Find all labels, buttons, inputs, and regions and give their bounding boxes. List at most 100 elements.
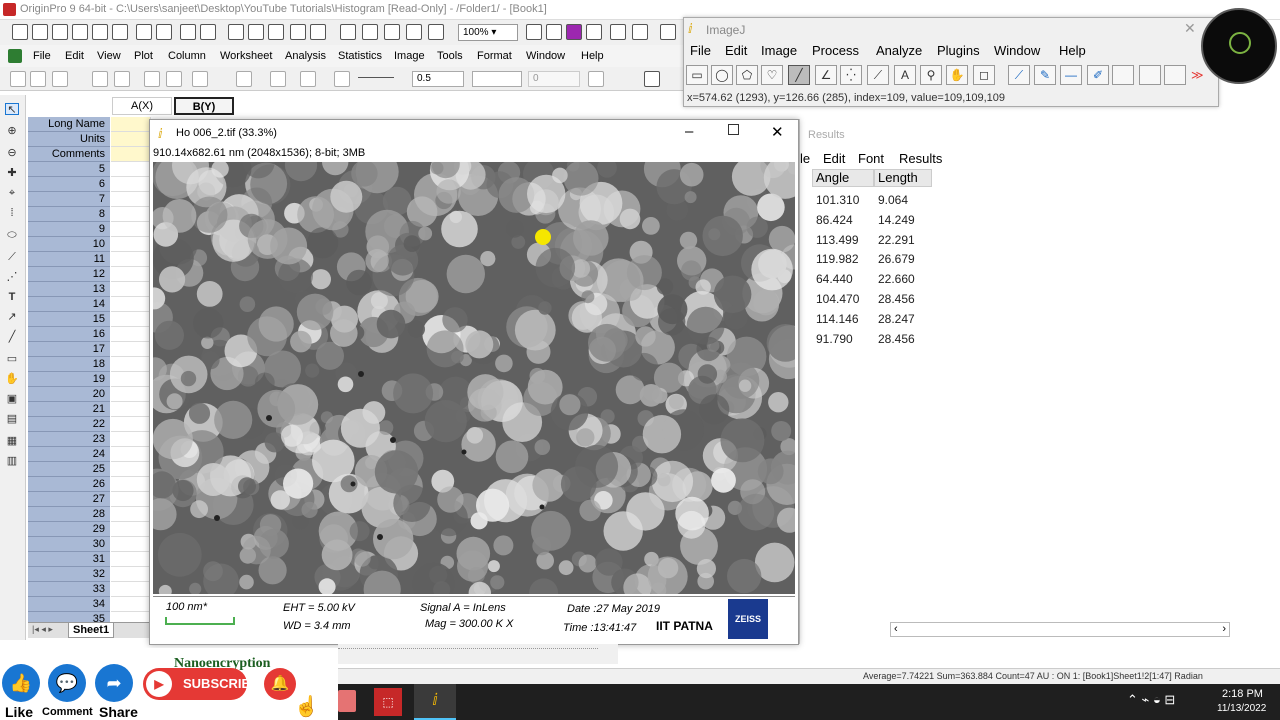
table-cell[interactable] <box>111 387 151 402</box>
pattern-icon[interactable] <box>270 71 286 87</box>
menu-view[interactable]: View <box>97 50 121 62</box>
rectangle-tool-icon[interactable]: ▭ <box>5 353 19 365</box>
res-menu-font[interactable]: Font <box>858 151 884 166</box>
table-cell[interactable] <box>111 252 151 267</box>
table-cell[interactable] <box>111 207 151 222</box>
res-menu-file[interactable]: le <box>800 151 810 166</box>
table-cell[interactable] <box>111 402 151 417</box>
menu-column[interactable]: Column <box>168 50 206 62</box>
table-cell[interactable] <box>111 567 151 582</box>
ij-menu-process[interactable]: Process <box>812 43 859 58</box>
row-header[interactable]: 15 <box>28 312 110 327</box>
length-value[interactable]: 28.456 <box>878 292 915 306</box>
row-header[interactable]: 8 <box>28 207 110 222</box>
length-value[interactable]: 14.249 <box>878 213 915 227</box>
line-color-icon[interactable] <box>300 71 316 87</box>
length-value[interactable]: 26.679 <box>878 252 915 266</box>
bell-icon[interactable]: 🔔 <box>264 668 296 700</box>
pencil-tool-icon[interactable]: ✎ <box>1034 65 1056 85</box>
table-cell[interactable] <box>111 597 151 612</box>
units-cell[interactable] <box>111 132 151 147</box>
sheet-tab-sheet1[interactable]: Sheet1 <box>68 623 115 638</box>
table-cell[interactable] <box>111 477 151 492</box>
row-header[interactable]: 31 <box>28 552 110 567</box>
new-notes-icon[interactable] <box>156 24 172 40</box>
angle-tool-icon[interactable]: ∠ <box>815 65 837 85</box>
custom-routine-icon[interactable] <box>610 24 626 40</box>
app-icon[interactable] <box>566 24 582 40</box>
more-tools-icon[interactable]: ≫ <box>1191 68 1204 82</box>
angle-value[interactable]: 104.470 <box>816 292 859 306</box>
dev-tool-icon[interactable]: ⟋ <box>1008 65 1030 85</box>
import-icon[interactable] <box>290 24 306 40</box>
polygon-tool-icon[interactable]: ⬠ <box>736 65 758 85</box>
delete-icon[interactable] <box>114 71 130 87</box>
page-tool-icon[interactable]: ▥ <box>5 455 19 467</box>
group-icon[interactable] <box>192 71 208 87</box>
point-tool-icon[interactable]: ⁛ <box>840 65 862 85</box>
like-icon[interactable]: 👍 <box>2 664 40 702</box>
table-cell[interactable] <box>111 237 151 252</box>
mask-icon[interactable]: ⬭ <box>5 229 19 241</box>
row-header[interactable]: 14 <box>28 297 110 312</box>
menu-file[interactable]: File <box>33 50 51 62</box>
scroll-tool-icon[interactable]: ✋ <box>946 65 968 85</box>
project-explorer-icon[interactable] <box>384 24 400 40</box>
pointer-tool-icon[interactable]: ↖ <box>5 103 19 116</box>
command-window-icon[interactable] <box>428 24 444 40</box>
zoom-out-icon[interactable]: ⊖ <box>5 147 19 159</box>
menu-help[interactable]: Help <box>581 50 604 62</box>
row-header[interactable]: 18 <box>28 357 110 372</box>
line-width-select[interactable]: 0.5 <box>412 71 464 87</box>
angle-header[interactable]: Angle <box>812 169 874 187</box>
new-excel-icon[interactable] <box>52 24 68 40</box>
new-project-icon[interactable] <box>12 24 28 40</box>
calc-icon[interactable] <box>660 24 676 40</box>
row-header[interactable]: 5 <box>28 162 110 177</box>
magnifier-tool-icon[interactable]: ⚲ <box>920 65 942 85</box>
fill-select[interactable] <box>472 71 522 87</box>
scroll-right-icon[interactable]: › <box>1222 623 1226 635</box>
long-name-cell[interactable] <box>111 117 151 132</box>
table-cell[interactable] <box>111 357 151 372</box>
row-header[interactable]: 19 <box>28 372 110 387</box>
row-header[interactable]: 6 <box>28 177 110 192</box>
row-header[interactable]: 28 <box>28 507 110 522</box>
menu-window[interactable]: Window <box>526 50 565 62</box>
comment-icon[interactable]: 💬 <box>48 664 86 702</box>
refresh-icon[interactable] <box>340 24 356 40</box>
new-function-icon[interactable] <box>112 24 128 40</box>
res-menu-edit[interactable]: Edit <box>823 151 845 166</box>
row-header[interactable]: 21 <box>28 402 110 417</box>
scroll-left-icon[interactable]: ‹ <box>894 623 898 635</box>
screen-reader-icon[interactable]: ✚ <box>5 167 19 179</box>
color-picker-icon[interactable]: ◻ <box>973 65 995 85</box>
row-header[interactable]: 23 <box>28 432 110 447</box>
stack-tool-icon[interactable]: — <box>1060 65 1082 85</box>
fit-page-icon[interactable] <box>546 24 562 40</box>
pdf-reader-icon[interactable]: ⬚ <box>374 688 402 716</box>
toolbar-icons-strip[interactable] <box>338 648 598 660</box>
fill-value-select[interactable]: 0 <box>528 71 580 87</box>
worksheet[interactable]: A(X) B(Y) Long Name Units Comments 56789… <box>28 95 234 640</box>
table-cell[interactable] <box>111 222 151 237</box>
minimize-icon[interactable]: – <box>685 123 693 140</box>
length-value[interactable]: 9.064 <box>878 193 908 207</box>
marker-icon[interactable] <box>334 71 350 87</box>
move-icon[interactable] <box>144 71 160 87</box>
new-matrix-icon[interactable] <box>92 24 108 40</box>
table-icon[interactable] <box>644 71 660 87</box>
row-header[interactable]: 7 <box>28 192 110 207</box>
share-icon[interactable]: ➦ <box>95 664 133 702</box>
line-tool-icon[interactable]: ╱ <box>5 331 19 343</box>
print-icon[interactable] <box>310 24 326 40</box>
angle-value[interactable]: 119.982 <box>816 252 859 266</box>
row-header[interactable]: 25 <box>28 462 110 477</box>
table-cell[interactable] <box>111 432 151 447</box>
table-cell[interactable] <box>111 552 151 567</box>
table-cell[interactable] <box>111 582 151 597</box>
menu-edit[interactable]: Edit <box>65 50 84 62</box>
blank-tool-2[interactable] <box>1139 65 1161 85</box>
table-cell[interactable] <box>111 297 151 312</box>
length-header[interactable]: Length <box>874 169 932 187</box>
